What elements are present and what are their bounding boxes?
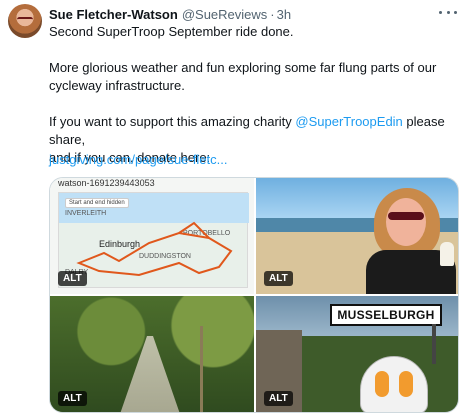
more-horizontal-icon[interactable] (439, 5, 457, 19)
separator-dot: · (270, 6, 275, 22)
tweet-line: cycleway infrastructure. (49, 78, 185, 93)
more-dot (439, 10, 442, 14)
alt-badge[interactable]: ALT (264, 391, 293, 406)
author-handle[interactable]: @SueReviews (182, 7, 267, 22)
mention-link[interactable]: @SuperTroopEdin (295, 114, 402, 129)
alt-badge[interactable]: ALT (264, 271, 293, 286)
helmet-vent (375, 371, 389, 397)
ice-cream (440, 242, 454, 266)
route-line (76, 221, 233, 277)
action-bar (60, 412, 120, 416)
alt-badge[interactable]: ALT (58, 271, 87, 286)
media-musselburgh-sign[interactable]: MUSSELBURGH ALT (256, 296, 458, 412)
sunglasses (388, 212, 424, 220)
sign-post (432, 324, 436, 364)
tweet-text: Second SuperTroop September ride done. M… (49, 23, 459, 167)
map-title: watson-1691239443053 (58, 178, 155, 188)
timestamp[interactable]: 3h (277, 7, 291, 22)
tweet[interactable]: Sue Fletcher-Watson @SueReviews · 3h Sec… (0, 0, 469, 416)
face (386, 198, 426, 246)
fence-post (200, 326, 203, 412)
media-tree-path[interactable]: ALT (50, 296, 254, 412)
donation-link[interactable]: justgiving.com/page/sue-fletc... (49, 152, 227, 167)
tweet-line: More glorious weather and fun exploring … (49, 60, 437, 75)
more-dot (446, 10, 450, 14)
media-route-map[interactable]: watson-1691239443053 Start and end hidde… (50, 178, 254, 294)
tweet-line: If you want to support this amazing char… (49, 113, 459, 149)
tweet-line: Second SuperTroop September ride done. (49, 24, 294, 39)
media-beach-selfie[interactable]: ALT (256, 178, 458, 294)
alt-badge[interactable]: ALT (58, 391, 87, 406)
avatar-glasses (17, 17, 33, 22)
helmet-vent (399, 371, 413, 397)
tweet-header: Sue Fletcher-Watson @SueReviews · 3h (49, 5, 291, 23)
avatar[interactable] (8, 4, 42, 38)
media-grid: watson-1691239443053 Start and end hidde… (49, 177, 459, 413)
more-dot (454, 10, 457, 14)
town-sign: MUSSELBURGH (330, 304, 442, 326)
author-name[interactable]: Sue Fletcher-Watson (49, 7, 178, 22)
tweet-text-fragment: If you want to support this amazing char… (49, 114, 296, 129)
person (366, 184, 456, 294)
